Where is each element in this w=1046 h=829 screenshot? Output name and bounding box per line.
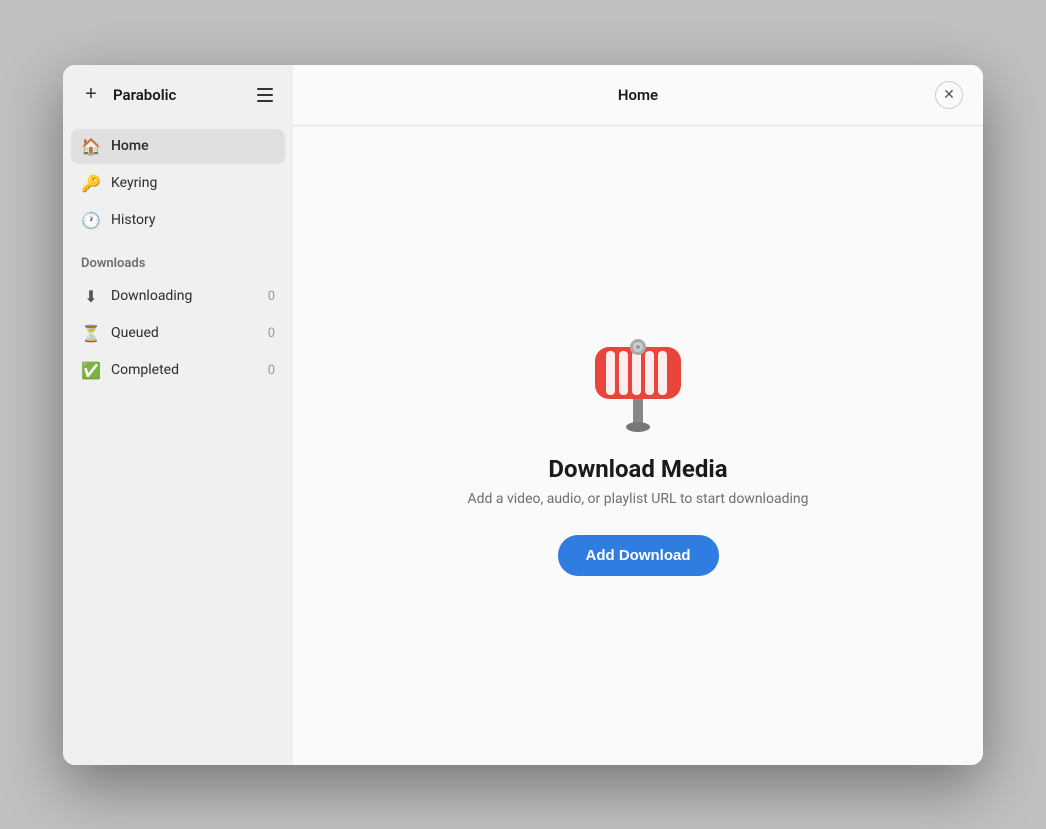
download-icon: ⬇ [81, 287, 101, 306]
parabolic-svg-icon [583, 317, 693, 432]
sidebar: + Parabolic 🏠 Home 🔑 Keyring 🕐 History [63, 65, 293, 765]
sidebar-item-home-label: Home [111, 138, 149, 154]
sidebar-item-history-label: History [111, 212, 156, 228]
downloading-count: 0 [268, 289, 275, 304]
content-subheading: Add a video, audio, or playlist URL to s… [468, 491, 809, 507]
downloads-section-label: Downloads [63, 248, 293, 275]
sidebar-item-queued[interactable]: ⏳ Queued 0 [71, 316, 285, 351]
sidebar-item-keyring[interactable]: 🔑 Keyring [71, 166, 285, 201]
app-title: Parabolic [113, 86, 176, 104]
sidebar-item-home[interactable]: 🏠 Home [71, 129, 285, 164]
main-panel: Home ✕ [293, 65, 983, 765]
home-icon: 🏠 [81, 137, 101, 156]
menu-button[interactable] [251, 81, 279, 109]
sidebar-item-keyring-label: Keyring [111, 175, 157, 191]
app-icon [578, 315, 698, 435]
keyring-icon: 🔑 [81, 174, 101, 193]
queued-count: 0 [268, 326, 275, 341]
sidebar-item-completed[interactable]: ✅ Completed 0 [71, 353, 285, 388]
history-icon: 🕐 [81, 211, 101, 230]
menu-icon-line2 [257, 94, 273, 96]
sidebar-item-downloading-label: Downloading [111, 288, 192, 304]
menu-icon-line1 [257, 88, 273, 90]
sidebar-item-downloading[interactable]: ⬇ Downloading 0 [71, 279, 285, 314]
sidebar-item-history[interactable]: 🕐 History [71, 203, 285, 238]
add-button[interactable]: + [77, 81, 105, 109]
sidebar-item-queued-label: Queued [111, 325, 159, 341]
nav-section: 🏠 Home 🔑 Keyring 🕐 History [63, 125, 293, 244]
downloads-section: ⬇ Downloading 0 ⏳ Queued 0 ✅ Completed 0 [63, 275, 293, 394]
close-button[interactable]: ✕ [935, 81, 963, 109]
content-heading: Download Media [468, 455, 809, 483]
completed-icon: ✅ [81, 361, 101, 380]
content-text-block: Download Media Add a video, audio, or pl… [468, 455, 809, 507]
main-content: Download Media Add a video, audio, or pl… [293, 126, 983, 765]
menu-icon-line3 [257, 100, 273, 102]
completed-count: 0 [268, 363, 275, 378]
add-download-button[interactable]: Add Download [558, 535, 719, 576]
titlebar: Home ✕ [293, 65, 983, 126]
sidebar-header: + Parabolic [63, 65, 293, 125]
page-title: Home [341, 86, 935, 104]
queued-icon: ⏳ [81, 324, 101, 343]
sidebar-item-completed-label: Completed [111, 362, 179, 378]
app-window: + Parabolic 🏠 Home 🔑 Keyring 🕐 History [63, 65, 983, 765]
